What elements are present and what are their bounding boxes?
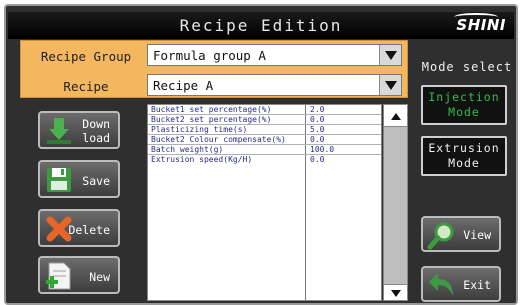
view-button[interactable]: View <box>421 216 501 252</box>
recipe-label: Recipe <box>63 79 109 94</box>
recipe-group-label: Recipe Group <box>40 49 132 64</box>
param-name: Bucket2 Colour compensate(%) <box>151 135 286 144</box>
download-label-2: load <box>82 131 110 145</box>
param-name: Batch weight(g) <box>151 145 224 154</box>
title-bar: Recipe Edition SHINI <box>8 12 514 39</box>
param-value[interactable]: 5.0 <box>310 125 324 134</box>
recipe-value: Recipe A <box>153 78 214 93</box>
floppy-disk-icon <box>47 168 71 192</box>
table-row[interactable]: Extrusion speed(Kg/H) 0.0 <box>148 155 381 165</box>
recipe-select[interactable]: Recipe A <box>147 74 402 96</box>
param-name: Bucket1 set percentage(%) <box>151 105 272 114</box>
new-button[interactable]: New <box>38 256 120 294</box>
extrusion-mode-label-1: Extrusion <box>428 141 500 155</box>
recipe-selection-panel: Recipe Group Formula group A Recipe Reci… <box>20 40 408 98</box>
recipe-dropdown-icon[interactable] <box>379 75 401 95</box>
extrusion-mode-button[interactable]: Extrusion Mode <box>421 136 507 176</box>
param-name: Bucket2 set percentage(%) <box>151 115 272 124</box>
new-document-plus-icon <box>46 262 71 290</box>
table-row[interactable]: Bucket2 Colour compensate(%) 0.0 <box>148 135 381 145</box>
download-button[interactable]: Down load <box>38 111 120 149</box>
delete-label: Delete <box>68 223 110 237</box>
param-value[interactable]: 100.0 <box>310 145 334 154</box>
table-scrollbar[interactable] <box>383 104 408 301</box>
exit-button[interactable]: Exit <box>421 266 501 302</box>
exit-label: Exit <box>463 278 491 292</box>
scroll-down-arrow-icon[interactable] <box>384 284 407 300</box>
param-name: Plasticizing time(s) <box>151 125 248 134</box>
param-value[interactable]: 2.0 <box>310 105 324 114</box>
download-label-1: Down <box>82 117 110 131</box>
table-row[interactable]: Plasticizing time(s) 5.0 <box>148 125 381 135</box>
table-row[interactable]: Bucket1 set percentage(%) 2.0 <box>148 105 381 115</box>
page-title: Recipe Edition <box>179 16 343 35</box>
injection-mode-label-2: Mode <box>448 105 480 119</box>
param-name: Extrusion speed(Kg/H) <box>151 155 253 164</box>
injection-mode-label-1: Injection <box>428 90 500 104</box>
save-label: Save <box>82 174 110 188</box>
new-label: New <box>89 270 110 284</box>
shini-logo: SHINI <box>456 16 506 34</box>
table-row[interactable]: Batch weight(g) 100.0 <box>148 145 381 155</box>
delete-button[interactable]: Delete <box>38 209 120 247</box>
download-arrow-icon <box>47 118 71 144</box>
scroll-up-arrow-icon[interactable] <box>384 105 407 127</box>
param-value[interactable]: 0.0 <box>310 115 324 124</box>
extrusion-mode-label-2: Mode <box>448 156 480 170</box>
return-arrow-icon <box>429 273 453 296</box>
param-value[interactable]: 0.0 <box>310 135 324 144</box>
recipe-group-dropdown-icon[interactable] <box>379 45 401 65</box>
parameter-table: Bucket1 set percentage(%) 2.0 Bucket2 se… <box>147 104 382 301</box>
recipe-group-select[interactable]: Formula group A <box>147 44 402 66</box>
mode-select-label: Mode select <box>421 60 513 74</box>
injection-mode-button[interactable]: Injection Mode <box>421 85 507 125</box>
recipe-group-value: Formula group A <box>153 48 266 63</box>
view-label: View <box>463 228 491 242</box>
table-row[interactable]: Bucket2 set percentage(%) 0.0 <box>148 115 381 125</box>
param-value[interactable]: 0.0 <box>310 155 324 164</box>
save-button[interactable]: Save <box>38 160 120 198</box>
magnifier-icon <box>427 222 454 250</box>
